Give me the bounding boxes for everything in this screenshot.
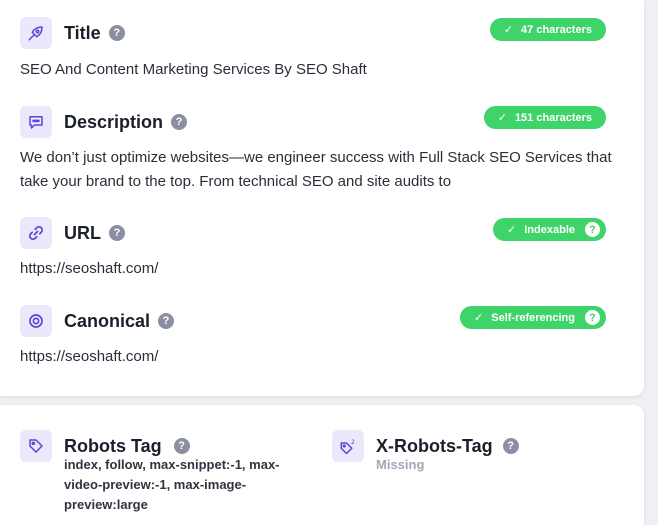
svg-text:2: 2 [351,439,355,446]
description-length-text: 151 characters [514,111,592,124]
canonical-value: https://seoshaft.com/ [20,348,159,365]
check-icon: ✓ [474,312,484,324]
tag-superscript-icon: 2 [332,430,364,462]
description-value: We don’t just optimize websites—we engin… [20,149,612,190]
self-referencing-text: Self-referencing [491,311,575,324]
url-label: URL [64,222,101,243]
tag-icon [20,430,52,462]
indexable-badge: ✓ Indexable ? [493,218,606,241]
description-help-icon[interactable]: ? [171,114,188,130]
canonical-field-header: Canonical ? [20,305,175,337]
robots-tag-value: index, follow, max-snippet:-1, max-video… [64,457,280,512]
url-help-icon[interactable]: ? [109,225,125,241]
robots-card: Robots Tag ? index, follow, max-snippet:… [0,405,644,525]
seo-overview-card: Title ? ✓ 47 characters SEO And Content … [0,0,644,396]
x-robots-tag-help-icon[interactable]: ? [502,438,519,454]
canonical-help-icon[interactable]: ? [158,313,175,329]
url-field-header: URL ? [20,217,125,249]
description-length-badge: ✓ 151 characters [483,106,606,129]
title-field-header: Title ? [20,17,125,49]
x-robots-tag-value: Missing [376,457,425,472]
description-label: Description [64,111,164,132]
title-length-text: 47 characters [521,23,592,36]
title-label: Title [64,22,101,43]
check-icon: ✓ [497,112,507,124]
url-value: https://seoshaft.com/ [20,260,159,277]
pen-nib-icon [20,17,52,49]
link-icon [20,217,52,249]
comment-dots-icon [20,106,52,138]
self-referencing-badge: ✓ Self-referencing ? [460,306,606,329]
robots-tag-help-icon[interactable]: ? [173,438,190,454]
check-icon: ✓ [507,224,517,236]
indexable-text: Indexable [524,223,575,236]
title-help-icon[interactable]: ? [108,25,125,41]
self-referencing-help-icon[interactable]: ? [585,310,600,325]
x-robots-tag-label: X-Robots-Tag [376,435,493,456]
indexable-help-icon[interactable]: ? [585,222,600,237]
description-field-header: Description ? [20,106,188,138]
x-robots-tag-header: 2 X-Robots-Tag ? [332,430,519,462]
canonical-label: Canonical [64,310,151,331]
robots-tag-label: Robots Tag [64,435,162,456]
target-icon [20,305,52,337]
title-value: SEO And Content Marketing Services By SE… [20,61,367,78]
check-icon: ✓ [503,24,514,36]
title-length-badge: ✓ 47 characters [489,18,606,41]
